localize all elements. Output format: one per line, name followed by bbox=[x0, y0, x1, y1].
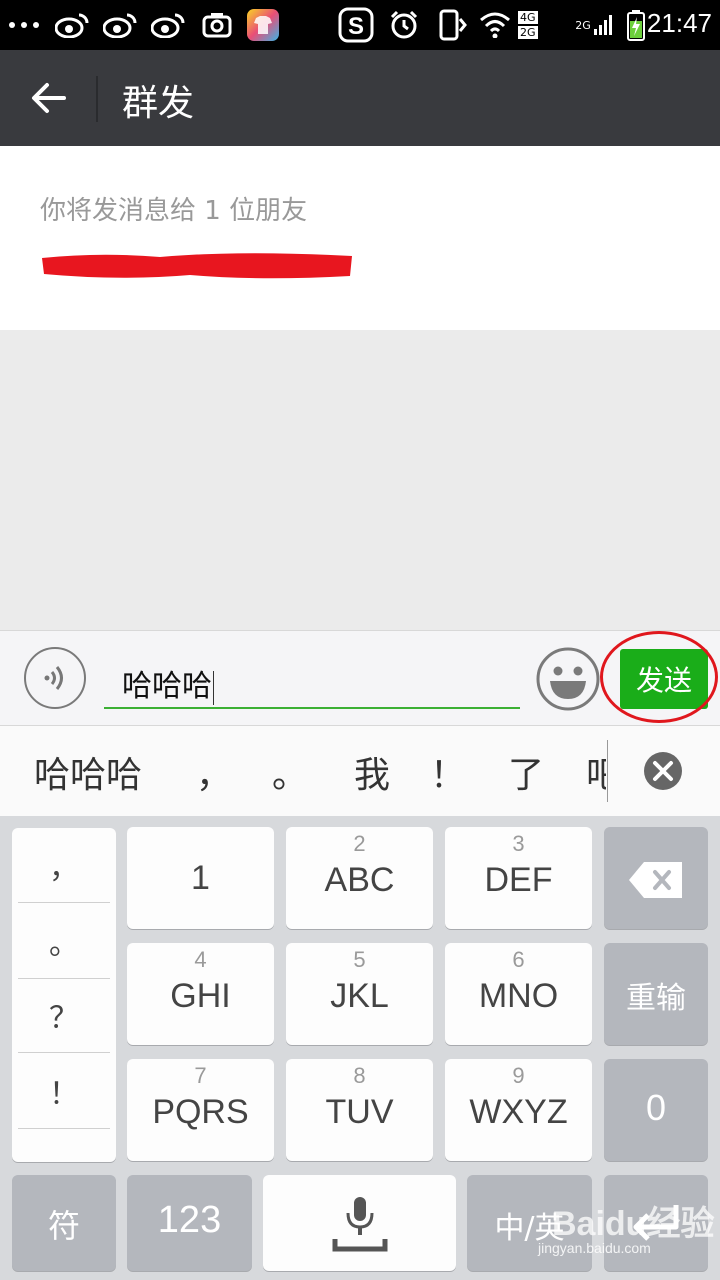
key-3[interactable]: 3 DEF bbox=[445, 827, 592, 929]
network-2g-label: 2G bbox=[518, 26, 538, 39]
weibo-icon bbox=[150, 9, 186, 41]
sogou-icon: S bbox=[338, 7, 374, 43]
signal-2g-icon: 2G bbox=[572, 9, 618, 41]
backspace-key[interactable] bbox=[604, 827, 708, 929]
punctuation-key[interactable]: 。 bbox=[18, 904, 110, 979]
symbol-label: 符 bbox=[47, 1207, 80, 1245]
highlight-circle bbox=[600, 631, 718, 723]
key-number: 7 bbox=[194, 1063, 207, 1088]
vibrate-icon bbox=[438, 9, 468, 41]
emoji-button[interactable] bbox=[536, 647, 600, 711]
key-5[interactable]: 5 JKL bbox=[286, 943, 433, 1045]
svg-text:S: S bbox=[348, 13, 364, 40]
signal-4g-icon: 4G 2G bbox=[518, 9, 570, 41]
key-label: MNO bbox=[478, 977, 559, 1015]
emoji-icon bbox=[536, 647, 600, 711]
text-caret bbox=[213, 670, 214, 705]
key-6[interactable]: 6 MNO bbox=[445, 943, 592, 1045]
candidate-item[interactable]: 哈哈哈 bbox=[34, 746, 142, 798]
status-bar: S 4G 2G 2G 21:47 bbox=[0, 0, 720, 50]
symbol-key[interactable]: 符 bbox=[12, 1175, 116, 1271]
weibo-icon bbox=[54, 9, 90, 41]
app-bar: 群发 bbox=[0, 50, 720, 146]
candidate-item[interactable]: 吧 bbox=[586, 746, 606, 798]
key-number: 5 bbox=[353, 947, 366, 972]
network-4g-label: 4G bbox=[518, 11, 538, 24]
chat-area bbox=[0, 330, 720, 630]
reset-key[interactable]: 重输 bbox=[604, 943, 708, 1045]
candidate-bar: 哈哈哈 ， 。 我 ！ 了 吧 bbox=[0, 726, 720, 816]
back-button[interactable] bbox=[20, 72, 76, 124]
candidate-item[interactable]: 。 bbox=[272, 746, 308, 798]
punctuation-key[interactable]: ？ bbox=[18, 978, 110, 1053]
key-number: 6 bbox=[512, 947, 525, 972]
theme-app-icon bbox=[246, 9, 280, 41]
punctuation-key[interactable]: ， bbox=[18, 828, 110, 903]
more-dots-icon bbox=[6, 9, 42, 41]
battery-charging-icon bbox=[624, 9, 648, 41]
recipients-label: 你将发消息给 1 位朋友 bbox=[40, 196, 308, 226]
app-bar-divider bbox=[96, 76, 98, 122]
key-label: TUV bbox=[325, 1093, 394, 1131]
space-mic-key[interactable] bbox=[263, 1175, 456, 1271]
key-label: 1 bbox=[191, 859, 210, 897]
watermark-logo: Baidu经验 bbox=[552, 1205, 715, 1243]
key-number: 2 bbox=[353, 831, 366, 856]
key-label: ABC bbox=[324, 861, 395, 899]
candidate-item[interactable]: ！ bbox=[430, 746, 466, 798]
close-circle-icon bbox=[644, 752, 682, 790]
key-number: 9 bbox=[512, 1063, 525, 1088]
punctuation-key[interactable]: ！ bbox=[18, 1054, 110, 1129]
candidate-close-button[interactable] bbox=[642, 750, 684, 792]
key-number: 8 bbox=[353, 1063, 366, 1088]
status-time: 21:47 bbox=[646, 8, 712, 38]
weibo-icon bbox=[102, 9, 138, 41]
key-label: DEF bbox=[484, 861, 553, 899]
candidate-divider bbox=[607, 740, 608, 802]
key-8[interactable]: 8 TUV bbox=[286, 1059, 433, 1161]
zero-key[interactable]: 0 bbox=[604, 1059, 708, 1161]
wifi-icon bbox=[478, 9, 512, 41]
key-label: GHI bbox=[170, 977, 231, 1015]
key-label: WXYZ bbox=[469, 1093, 568, 1131]
reset-label: 重输 bbox=[626, 981, 686, 1016]
input-bar: 哈哈哈 发送 bbox=[0, 630, 720, 726]
redaction-mark bbox=[42, 253, 352, 279]
key-number: 3 bbox=[512, 831, 525, 856]
watermark-url: jingyan.baidu.com bbox=[538, 1240, 651, 1256]
alarm-icon bbox=[388, 9, 420, 41]
message-text: 哈哈哈 bbox=[122, 669, 212, 704]
network-2g-b-label: 2G bbox=[575, 18, 591, 32]
candidate-item[interactable]: 了 bbox=[508, 746, 544, 798]
recipients-panel: 你将发消息给 1 位朋友 bbox=[0, 146, 720, 330]
candidate-item[interactable]: ， bbox=[196, 746, 232, 798]
backspace-icon bbox=[629, 862, 682, 898]
key-9[interactable]: 9 WXYZ bbox=[445, 1059, 592, 1161]
voice-button[interactable] bbox=[24, 647, 86, 709]
punctuation-column: ， 。 ？ ！ bbox=[12, 828, 116, 1162]
key-label: JKL bbox=[330, 977, 389, 1015]
message-input[interactable]: 哈哈哈 bbox=[104, 651, 520, 709]
key-1[interactable]: 1 bbox=[127, 827, 274, 929]
key-2[interactable]: 2 ABC bbox=[286, 827, 433, 929]
key-4[interactable]: 4 GHI bbox=[127, 943, 274, 1045]
screenshot-icon bbox=[200, 9, 234, 41]
key-number: 4 bbox=[194, 947, 207, 972]
page-title: 群发 bbox=[122, 83, 195, 124]
zero-label: 0 bbox=[645, 1087, 667, 1128]
numbers-label: 123 bbox=[157, 1199, 222, 1241]
voice-icon bbox=[44, 666, 63, 690]
key-7[interactable]: 7 PQRS bbox=[127, 1059, 274, 1161]
numbers-key[interactable]: 123 bbox=[127, 1175, 252, 1271]
key-label: PQRS bbox=[152, 1093, 249, 1131]
arrow-left-icon bbox=[32, 83, 66, 113]
candidate-item[interactable]: 我 bbox=[354, 746, 390, 798]
microphone-icon bbox=[332, 1197, 388, 1252]
